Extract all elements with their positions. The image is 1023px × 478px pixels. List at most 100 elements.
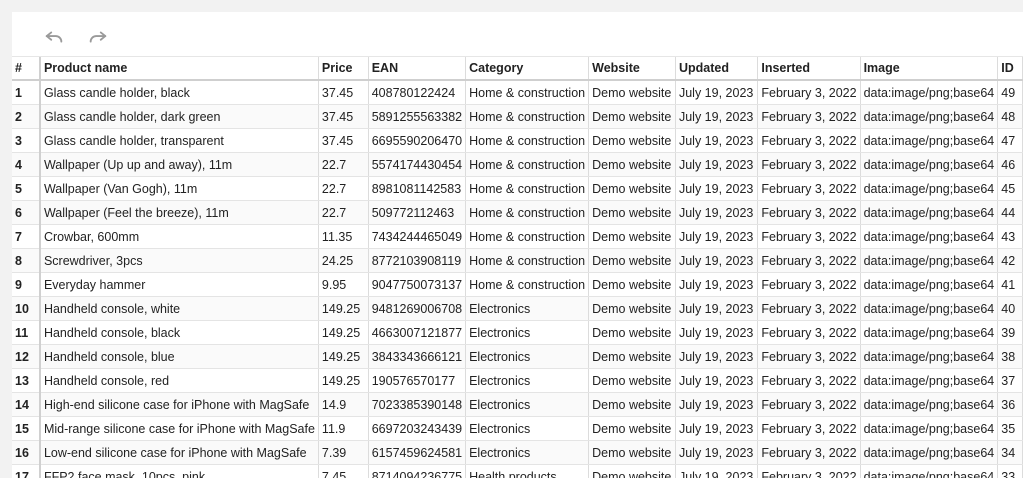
price-cell[interactable]: 149.25 [318, 296, 369, 321]
table-row[interactable]: 7 Crowbar, 600mm 11.35 7434244465049 Home & … [12, 224, 1023, 249]
row-index-cell[interactable]: 1 [12, 80, 41, 105]
column-header-inserted[interactable]: Inserted [757, 57, 861, 81]
table-row[interactable]: 14 High-end silicone case for iPhone with… [12, 392, 1023, 417]
inserted-cell[interactable]: February 3, 2022 [757, 104, 861, 129]
id-cell[interactable]: 47 [997, 128, 1023, 153]
website-cell[interactable]: Demo website [588, 248, 676, 273]
price-cell[interactable]: 7.39 [318, 440, 369, 465]
updated-cell[interactable]: July 19, 2023 [675, 416, 759, 441]
category-cell[interactable]: Home & construction [465, 272, 590, 297]
product-name-cell[interactable]: Handheld console, blue [39, 344, 319, 369]
id-cell[interactable]: 45 [997, 176, 1023, 201]
image-cell[interactable]: data:image/png;base64 [860, 248, 999, 273]
inserted-cell[interactable]: February 3, 2022 [757, 368, 861, 393]
column-header-updated[interactable]: Updated [675, 57, 759, 81]
updated-cell[interactable]: July 19, 2023 [675, 440, 759, 465]
updated-cell[interactable]: July 19, 2023 [675, 80, 759, 105]
website-cell[interactable]: Demo website [588, 296, 676, 321]
product-name-cell[interactable]: Handheld console, black [39, 320, 319, 345]
column-header-ean[interactable]: EAN [368, 57, 467, 81]
category-cell[interactable]: Home & construction [465, 176, 590, 201]
ean-cell[interactable]: 7023385390148 [368, 392, 467, 417]
ean-cell[interactable]: 8772103908119 [368, 248, 467, 273]
product-name-cell[interactable]: Wallpaper (Up up and away), 11m [39, 152, 319, 177]
undo-button[interactable] [41, 24, 67, 50]
row-index-cell[interactable]: 9 [12, 272, 41, 297]
inserted-cell[interactable]: February 3, 2022 [757, 320, 861, 345]
updated-cell[interactable]: July 19, 2023 [675, 344, 759, 369]
website-cell[interactable]: Demo website [588, 320, 676, 345]
image-cell[interactable]: data:image/png;base64 [860, 296, 999, 321]
row-index-cell[interactable]: 5 [12, 176, 41, 201]
updated-cell[interactable]: July 19, 2023 [675, 104, 759, 129]
ean-cell[interactable]: 509772112463 [368, 200, 467, 225]
price-cell[interactable]: 7.45 [318, 464, 369, 478]
product-name-cell[interactable]: Crowbar, 600mm [39, 224, 319, 249]
table-row[interactable]: 2 Glass candle holder, dark green 37.45 589… [12, 104, 1023, 129]
product-name-cell[interactable]: Glass candle holder, dark green [39, 104, 319, 129]
updated-cell[interactable]: July 19, 2023 [675, 176, 759, 201]
price-cell[interactable]: 37.45 [318, 104, 369, 129]
website-cell[interactable]: Demo website [588, 104, 676, 129]
category-cell[interactable]: Electronics [465, 392, 590, 417]
category-cell[interactable]: Electronics [465, 368, 590, 393]
table-row[interactable]: 16 Low-end silicone case for iPhone with … [12, 440, 1023, 465]
category-cell[interactable]: Electronics [465, 416, 590, 441]
product-name-cell[interactable]: Wallpaper (Feel the breeze), 11m [39, 200, 319, 225]
updated-cell[interactable]: July 19, 2023 [675, 368, 759, 393]
updated-cell[interactable]: July 19, 2023 [675, 152, 759, 177]
row-index-cell[interactable]: 15 [12, 416, 41, 441]
price-cell[interactable]: 14.9 [318, 392, 369, 417]
image-cell[interactable]: data:image/png;base64 [860, 272, 999, 297]
website-cell[interactable]: Demo website [588, 224, 676, 249]
inserted-cell[interactable]: February 3, 2022 [757, 176, 861, 201]
ean-cell[interactable]: 9481269006708 [368, 296, 467, 321]
column-header-price[interactable]: Price [318, 57, 369, 81]
ean-cell[interactable]: 5891255563382 [368, 104, 467, 129]
image-cell[interactable]: data:image/png;base64 [860, 200, 999, 225]
product-name-cell[interactable]: Wallpaper (Van Gogh), 11m [39, 176, 319, 201]
updated-cell[interactable]: July 19, 2023 [675, 200, 759, 225]
table-row[interactable]: 4 Wallpaper (Up up and away), 11m 22.7 5574… [12, 152, 1023, 177]
row-index-cell[interactable]: 8 [12, 248, 41, 273]
id-cell[interactable]: 40 [997, 296, 1023, 321]
price-cell[interactable]: 22.7 [318, 152, 369, 177]
image-cell[interactable]: data:image/png;base64 [860, 464, 999, 478]
inserted-cell[interactable]: February 3, 2022 [757, 296, 861, 321]
table-row[interactable]: 12 Handheld console, blue 149.25 3843343666… [12, 344, 1023, 369]
table-row[interactable]: 15 Mid-range silicone case for iPhone wit… [12, 416, 1023, 441]
inserted-cell[interactable]: February 3, 2022 [757, 440, 861, 465]
ean-cell[interactable]: 4663007121877 [368, 320, 467, 345]
ean-cell[interactable]: 6157459624581 [368, 440, 467, 465]
website-cell[interactable]: Demo website [588, 200, 676, 225]
column-header-index[interactable]: # [12, 57, 41, 81]
table-row[interactable]: 6 Wallpaper (Feel the breeze), 11m 22.7 509… [12, 200, 1023, 225]
category-cell[interactable]: Home & construction [465, 248, 590, 273]
image-cell[interactable]: data:image/png;base64 [860, 224, 999, 249]
table-row[interactable]: 17 FFP2 face mask, 10pcs, pink 7.45 8714094… [12, 464, 1023, 478]
updated-cell[interactable]: July 19, 2023 [675, 224, 759, 249]
row-index-cell[interactable]: 4 [12, 152, 41, 177]
id-cell[interactable]: 44 [997, 200, 1023, 225]
category-cell[interactable]: Home & construction [465, 128, 590, 153]
image-cell[interactable]: data:image/png;base64 [860, 176, 999, 201]
ean-cell[interactable]: 8981081142583 [368, 176, 467, 201]
category-cell[interactable]: Electronics [465, 320, 590, 345]
website-cell[interactable]: Demo website [588, 344, 676, 369]
image-cell[interactable]: data:image/png;base64 [860, 128, 999, 153]
ean-cell[interactable]: 190576570177 [368, 368, 467, 393]
image-cell[interactable]: data:image/png;base64 [860, 416, 999, 441]
updated-cell[interactable]: July 19, 2023 [675, 248, 759, 273]
ean-cell[interactable]: 8714094236775 [368, 464, 467, 478]
id-cell[interactable]: 34 [997, 440, 1023, 465]
price-cell[interactable]: 22.7 [318, 176, 369, 201]
row-index-cell[interactable]: 2 [12, 104, 41, 129]
price-cell[interactable]: 11.9 [318, 416, 369, 441]
price-cell[interactable]: 149.25 [318, 368, 369, 393]
table-row[interactable]: 9 Everyday hammer 9.95 9047750073137 Home & … [12, 272, 1023, 297]
row-index-cell[interactable]: 6 [12, 200, 41, 225]
price-cell[interactable]: 11.35 [318, 224, 369, 249]
product-name-cell[interactable]: Glass candle holder, black [39, 80, 319, 105]
website-cell[interactable]: Demo website [588, 392, 676, 417]
price-cell[interactable]: 22.7 [318, 200, 369, 225]
